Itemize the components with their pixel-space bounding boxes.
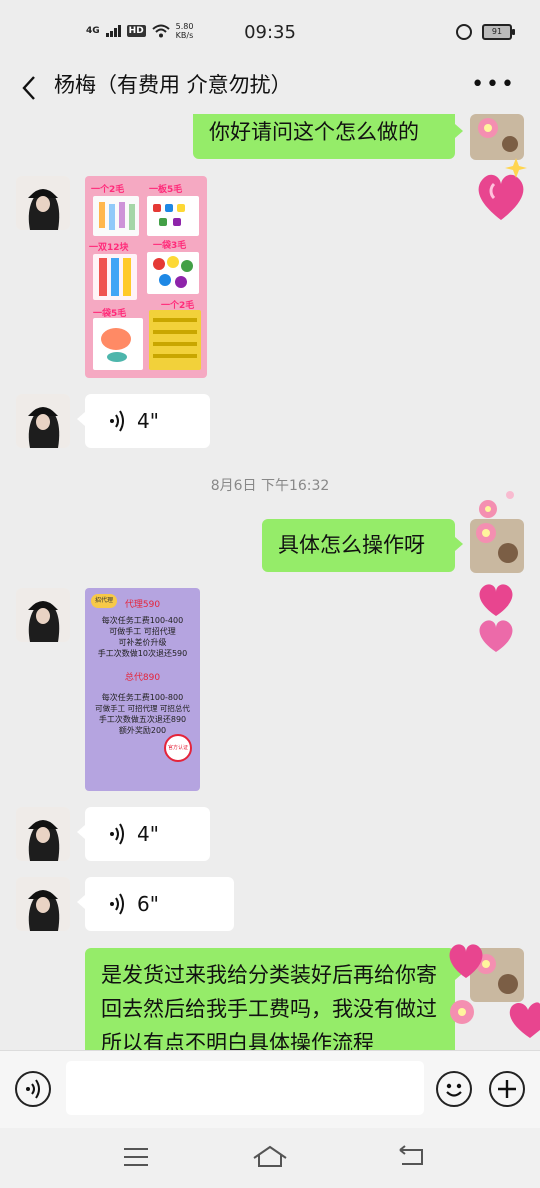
craft-photo [147,252,199,294]
voice-message[interactable]: 6" [77,877,234,931]
contact-avatar[interactable] [16,588,70,642]
emoji-icon[interactable] [436,1071,472,1107]
message-text: 你好请问这个怎么做的 [209,120,419,144]
message-outgoing[interactable]: 是发货过来我给分类装好后再给你寄回去然后给我手工费吗，我没有做过所以有点不明白具… [85,948,463,1050]
plus-icon[interactable] [489,1071,525,1107]
craft-image[interactable]: 一个2毛 一板5毛 一双12块 一袋3毛 一袋5毛 一个2毛 [85,176,207,378]
price-list-image[interactable]: 招代理 代理590 每次任务工费100-400 可做手工 可招代理 可补差价升级… [85,588,200,791]
message-text: 具体怎么操作呀 [278,533,425,557]
flower-sticker-icon [479,491,514,518]
contact-avatar[interactable] [16,807,70,861]
voice-duration: 4" [137,409,159,433]
contact-avatar[interactable] [16,877,70,931]
more-icon[interactable]: ••• [471,72,516,97]
recruit-badge: 招代理 [91,594,117,608]
self-avatar[interactable] [470,519,524,573]
voice-wave-icon [110,410,124,432]
voice-wave-icon [110,823,124,845]
craft-photo [93,196,139,236]
voice-message[interactable]: 4" [77,807,210,861]
message-text: 是发货过来我给分类装好后再给你寄回去然后给我手工费吗，我没有做过所以有点不明白具… [101,963,437,1050]
certified-stamp: 官方认证 [164,734,192,762]
craft-photo [149,310,201,370]
agent-line: 可做手工 可招代理 [109,627,176,636]
home-icon[interactable] [252,1144,288,1168]
chat-title: 杨梅（有费用 介意勿扰） [54,73,292,97]
return-icon[interactable] [396,1144,426,1168]
voice-duration: 6" [137,892,159,916]
craft-label: 一双12块 [89,243,129,253]
contact-avatar[interactable] [16,176,70,230]
general-line: 每次任务工费100-800 [101,693,184,702]
system-nav-bar [0,1128,540,1188]
battery-icon: 91 [482,24,515,40]
voice-message[interactable]: 4" [77,394,210,448]
general-line: 可做手工 可招代理 可招总代 [95,704,190,713]
craft-label: 一板5毛 [149,185,183,195]
craft-label: 一袋3毛 [153,241,187,251]
message-input[interactable] [66,1061,424,1115]
agent-line: 可补差价升级 [118,638,167,647]
back-icon[interactable] [18,74,42,102]
craft-photo [93,254,137,300]
message-outgoing[interactable]: 具体怎么操作呀 [262,519,463,572]
heart-sticker-icon [479,584,513,652]
craft-photo [93,318,143,370]
chat-area[interactable]: 你好请问这个怎么做的 一个2毛 一板5毛 一双12块 一袋3毛 一袋5毛 一个2… [0,114,540,1050]
heart-sticker-icon [478,158,527,220]
general-agent-title: 总代890 [124,673,161,683]
general-line: 手工次数做五次退还890 [98,715,187,724]
voice-wave-icon [110,893,124,915]
chat-header: 杨梅（有费用 介意勿扰） ••• [0,62,540,114]
heart-sticker-icon [449,944,540,1038]
message-outgoing[interactable]: 你好请问这个怎么做的 [193,114,463,159]
agent-line: 每次任务工费100-400 [101,616,184,625]
voice-duration: 4" [137,822,159,846]
alarm-icon [456,24,472,40]
craft-photo [147,196,199,236]
chat-timestamp: 8月6日 下午16:32 [210,478,330,494]
contact-avatar[interactable] [16,394,70,448]
status-bar: 4G HD 5.80 KB/s 09:35 91 [0,0,540,62]
status-right: 91 [456,24,515,40]
voice-toggle-icon[interactable] [15,1071,51,1107]
input-bar [0,1050,540,1129]
craft-label: 一个2毛 [91,185,125,195]
agent-line: 手工次数做10次退还590 [97,649,188,658]
menu-icon[interactable] [122,1146,150,1168]
